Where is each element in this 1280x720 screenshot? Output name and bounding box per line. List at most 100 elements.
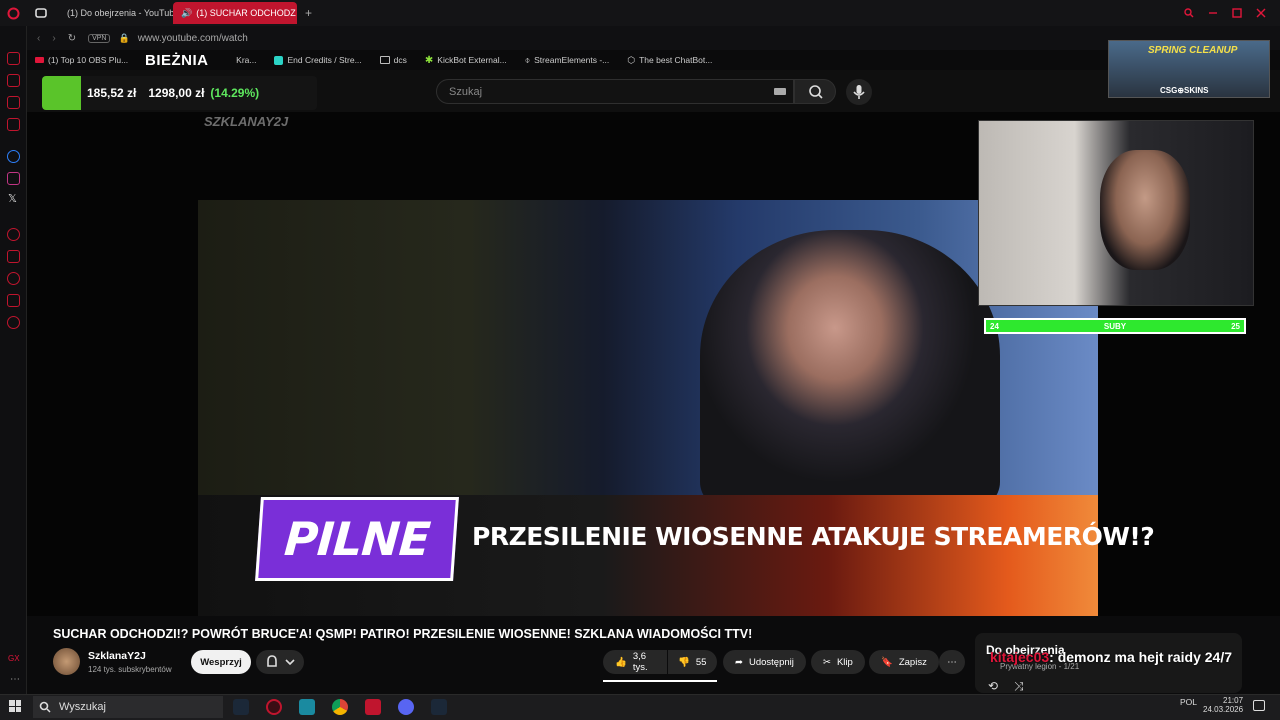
clock-date: 24.03.2026 bbox=[1203, 705, 1244, 714]
youtube-icon bbox=[35, 57, 44, 63]
scissors-icon: ✂ bbox=[823, 656, 831, 668]
bookmark-item[interactable]: dcs bbox=[379, 55, 407, 65]
x-twitter-icon[interactable]: 𝕏 bbox=[8, 192, 17, 205]
system-tray: POL bbox=[1180, 697, 1197, 707]
bookmark-item[interactable]: End Credits / Stre... bbox=[274, 55, 362, 65]
banner-headline: PRZESILENIE WIOSENNE ATAKUJE STREAMERÓW!… bbox=[472, 522, 1155, 551]
new-tab-button[interactable]: + bbox=[297, 6, 320, 20]
language-indicator[interactable]: POL bbox=[1180, 697, 1197, 707]
chat-text: : demonz ma hejt raidy 24/7 bbox=[1049, 649, 1233, 665]
clock-time: 21:07 bbox=[1223, 696, 1244, 705]
news-icon[interactable] bbox=[7, 96, 20, 109]
save-button[interactable]: 🔖 Zapisz bbox=[869, 650, 939, 674]
sub-goal-label: SUBY bbox=[1103, 321, 1127, 331]
instagram-icon[interactable] bbox=[7, 172, 20, 185]
keyboard-icon[interactable] bbox=[774, 88, 786, 95]
tab-manager-icon[interactable] bbox=[27, 8, 55, 18]
bookmark-label: The best ChatBot... bbox=[639, 55, 713, 65]
ticker-logo bbox=[42, 76, 81, 110]
voice-app-icon[interactable] bbox=[365, 699, 381, 715]
history-icon[interactable] bbox=[7, 272, 20, 285]
folder-icon bbox=[379, 56, 390, 64]
end-credits-icon bbox=[274, 55, 284, 65]
support-button[interactable]: Wesprzyj bbox=[191, 650, 251, 674]
speed-dial-icon[interactable] bbox=[7, 52, 20, 65]
bookmark-item[interactable]: ✱ KickBot External... bbox=[425, 55, 507, 66]
bookmark-label: Kra... bbox=[236, 55, 257, 65]
tab-do-obejrzenia[interactable]: (1) Do obejrzenia - YouTube bbox=[55, 2, 173, 24]
bookmark-item[interactable]: ⬡ The best ChatBot... bbox=[627, 55, 712, 66]
browser-sidebar: 𝕏 GX ⋯ bbox=[0, 26, 27, 694]
address-bar: ‹ › ↻ VPN 🔒 www.youtube.com/watch bbox=[27, 26, 1280, 50]
tab-current-video[interactable]: 🔊 (1) SUCHAR ODCHODZ bbox=[173, 2, 297, 24]
share-label: Udostępnij bbox=[748, 656, 794, 668]
search-icon bbox=[39, 701, 51, 713]
thumbs-down-icon: 👎 bbox=[678, 656, 690, 668]
ticker-price-new: 1298,00 zł bbox=[148, 86, 205, 100]
settings-icon[interactable] bbox=[7, 316, 20, 329]
forward-icon[interactable]: › bbox=[52, 33, 55, 44]
notification-button[interactable] bbox=[256, 650, 304, 674]
tab-label: (1) SUCHAR ODCHODZ bbox=[196, 8, 296, 18]
dislike-button[interactable]: 👎 55 bbox=[668, 650, 717, 674]
bookmark-item[interactable]: (1) Top 10 OBS Plu... bbox=[35, 55, 128, 65]
maximize-icon[interactable] bbox=[1232, 8, 1242, 18]
share-icon: ➦ bbox=[735, 656, 743, 668]
extensions-icon[interactable] bbox=[7, 294, 20, 307]
channel-watermark: SZKLANAY2J bbox=[204, 114, 289, 129]
opera-gx-icon[interactable] bbox=[266, 699, 282, 715]
kickbot-icon: ✱ bbox=[424, 54, 434, 66]
channel-name[interactable]: SzklanaY2J bbox=[88, 650, 146, 662]
promo-brand: CSG⊕SKINS bbox=[1160, 86, 1209, 95]
chat-username: kitajec03 bbox=[990, 649, 1050, 665]
bookmark-label: KickBot External... bbox=[437, 55, 507, 65]
app-icon[interactable] bbox=[299, 699, 315, 715]
more-icon[interactable]: ⋯ bbox=[10, 674, 20, 685]
aria-icon[interactable] bbox=[7, 74, 20, 87]
avatar[interactable] bbox=[53, 648, 80, 675]
reload-icon[interactable]: ↻ bbox=[68, 33, 76, 44]
url-field[interactable]: www.youtube.com/watch bbox=[138, 33, 248, 44]
sub-goal-current: 24 bbox=[990, 321, 999, 331]
minimize-icon[interactable] bbox=[1208, 8, 1218, 18]
loop-icon[interactable]: ⟲ bbox=[988, 679, 998, 693]
like-button[interactable]: 👍 3,6 tys. bbox=[603, 650, 667, 674]
share-button[interactable]: ➦ Udostępnij bbox=[723, 650, 806, 674]
subscriber-count: 124 tys. subskrybentów bbox=[88, 665, 172, 674]
steam-icon[interactable] bbox=[431, 699, 447, 715]
bookmark-item[interactable]: ⌽ StreamElements -... bbox=[525, 55, 610, 66]
wallet-icon[interactable] bbox=[7, 250, 20, 263]
notification-center-icon[interactable] bbox=[1253, 700, 1265, 711]
bookmark-item[interactable]: Kra... bbox=[236, 55, 256, 65]
bell-icon bbox=[267, 655, 277, 667]
bookmark-icon: 🔖 bbox=[881, 656, 893, 668]
thumbs-up-icon: 👍 bbox=[615, 656, 627, 668]
streamer-in-video bbox=[700, 230, 1000, 510]
taskbar-search[interactable]: Wyszukaj bbox=[33, 696, 223, 718]
chrome-icon[interactable] bbox=[332, 699, 348, 715]
vpn-badge[interactable]: VPN bbox=[88, 33, 111, 43]
gx-icon[interactable]: GX bbox=[8, 654, 20, 663]
clock[interactable]: 21:07 24.03.2026 bbox=[1203, 696, 1243, 714]
opera-logo-icon[interactable] bbox=[0, 7, 27, 20]
video-title: SUCHAR ODCHODZI!? POWRÓT BRUCE'A! QSMP! … bbox=[53, 627, 753, 641]
lock-icon: 🔒 bbox=[118, 32, 130, 43]
close-icon[interactable] bbox=[1256, 8, 1266, 18]
discord-icon[interactable] bbox=[398, 699, 414, 715]
voice-search-button[interactable] bbox=[846, 79, 872, 105]
pilne-tag: PILNE bbox=[255, 497, 459, 581]
search-button[interactable] bbox=[794, 79, 836, 104]
more-actions-button[interactable]: ⋯ bbox=[939, 650, 965, 674]
search-tabs-icon[interactable] bbox=[1184, 8, 1194, 18]
back-icon[interactable]: ‹ bbox=[37, 33, 40, 44]
steam-icon[interactable] bbox=[233, 699, 249, 715]
messenger-icon[interactable] bbox=[7, 150, 20, 163]
clip-button[interactable]: ✂ Klip bbox=[811, 650, 865, 674]
player-icon[interactable] bbox=[7, 228, 20, 241]
tasks-icon[interactable] bbox=[7, 118, 20, 131]
shuffle-icon[interactable]: ⤨ bbox=[1014, 679, 1024, 694]
bookmark-label: dcs bbox=[393, 55, 407, 65]
search-input[interactable]: Szukaj bbox=[436, 79, 794, 104]
windows-start-icon[interactable] bbox=[9, 700, 21, 712]
taskbar-search-label: Wyszukaj bbox=[59, 701, 106, 713]
